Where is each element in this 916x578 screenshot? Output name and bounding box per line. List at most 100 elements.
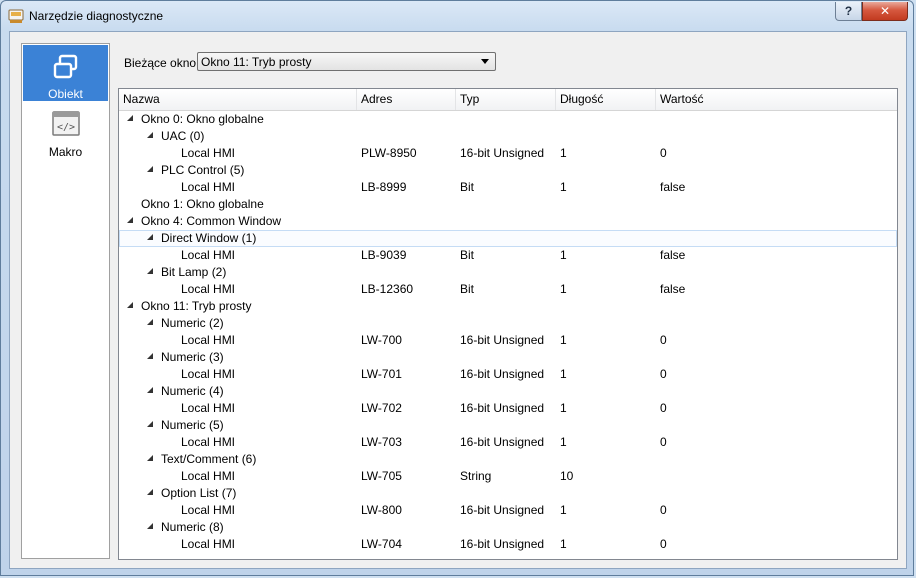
expand-arrow-icon[interactable]: [147, 268, 153, 274]
title-bar[interactable]: Narzędzie diagnostyczne ? ✕: [1, 1, 913, 31]
app-icon: [8, 9, 24, 23]
tree-row[interactable]: Numeric (2): [119, 315, 897, 332]
row-name: Local HMI: [181, 537, 236, 551]
tree-row[interactable]: Local HMI LW-704 16-bit Unsigned 1 0: [119, 536, 897, 553]
row-name: Local HMI: [181, 146, 236, 160]
row-address: LW-702: [361, 401, 402, 415]
tree-row[interactable]: Local HMI PLW-8950 16-bit Unsigned 1 0: [119, 145, 897, 162]
row-address: LW-800: [361, 503, 402, 517]
current-window-label: Bieżące okno:: [124, 56, 200, 70]
tree-row[interactable]: Okno 4: Common Window: [119, 213, 897, 230]
diagnostic-tree[interactable]: Nazwa Adres Typ Długość Wartość Okno 0: …: [118, 88, 898, 560]
tree-row[interactable]: Local HMI LW-703 16-bit Unsigned 1 0: [119, 434, 897, 451]
expand-arrow-icon[interactable]: [147, 523, 153, 529]
row-value: 0: [660, 537, 667, 551]
tree-row[interactable]: Local HMI LW-800 16-bit Unsigned 1 0: [119, 502, 897, 519]
expand-arrow-icon[interactable]: [147, 319, 153, 325]
expand-arrow-icon[interactable]: [127, 302, 133, 308]
column-header-length[interactable]: Długość: [556, 89, 656, 110]
row-name: Okno 4: Common Window: [141, 214, 282, 228]
tree-row[interactable]: Local HMI LW-702 16-bit Unsigned 1 0: [119, 400, 897, 417]
tree-row[interactable]: Local HMI LB-8999 Bit 1 false: [119, 179, 897, 196]
diagnostic-tool-window: Narzędzie diagnostyczne ? ✕ Obiekt </> M…: [0, 0, 914, 576]
row-length: 1: [560, 180, 567, 194]
expand-arrow-icon[interactable]: [147, 166, 153, 172]
row-name: Okno 11: Tryb prosty: [141, 299, 252, 313]
sidebar-item-macro[interactable]: </> Makro: [23, 106, 108, 162]
row-length: 1: [560, 146, 567, 160]
row-address: LB-12360: [361, 282, 414, 296]
tree-row[interactable]: Numeric (8): [119, 519, 897, 536]
row-name: UAC (0): [161, 129, 205, 143]
row-value: 0: [660, 333, 667, 347]
tree-row[interactable]: Okno 0: Okno globalne: [119, 111, 897, 128]
tree-row[interactable]: Local HMI LW-700 16-bit Unsigned 1 0: [119, 332, 897, 349]
row-address: LB-8999: [361, 180, 407, 194]
expand-arrow-icon[interactable]: [147, 489, 153, 495]
expand-arrow-icon[interactable]: [147, 387, 153, 393]
row-name: Local HMI: [181, 180, 236, 194]
current-window-value: Okno 11: Tryb prosty: [201, 55, 312, 69]
tree-row[interactable]: Okno 11: Tryb prosty: [119, 298, 897, 315]
row-name: Option List (7): [161, 486, 237, 500]
row-value: 0: [660, 367, 667, 381]
row-length: 1: [560, 503, 567, 517]
row-name: Bit Lamp (2): [161, 265, 227, 279]
row-length: 1: [560, 367, 567, 381]
expand-arrow-icon[interactable]: [127, 115, 133, 121]
row-type: 16-bit Unsigned: [460, 401, 545, 415]
row-name: Local HMI: [181, 503, 236, 517]
row-name: Numeric (8): [161, 520, 224, 534]
sidebar-item-label: Obiekt: [48, 87, 83, 101]
row-type: 16-bit Unsigned: [460, 537, 545, 551]
row-name: Numeric (4): [161, 384, 224, 398]
row-name: Local HMI: [181, 435, 236, 449]
row-length: 1: [560, 435, 567, 449]
tree-row[interactable]: Bit Lamp (2): [119, 264, 897, 281]
expand-arrow-icon[interactable]: [147, 421, 153, 427]
row-address: LW-703: [361, 435, 402, 449]
tree-row[interactable]: Okno 1: Okno globalne: [119, 196, 897, 213]
row-type: 16-bit Unsigned: [460, 333, 545, 347]
expand-arrow-icon[interactable]: [147, 132, 153, 138]
tree-row[interactable]: PLC Control (5): [119, 162, 897, 179]
tree-row[interactable]: Numeric (4): [119, 383, 897, 400]
column-header-name[interactable]: Nazwa: [119, 89, 357, 110]
row-name: Numeric (5): [161, 418, 224, 432]
tree-row[interactable]: Numeric (3): [119, 349, 897, 366]
expand-arrow-icon[interactable]: [127, 217, 133, 223]
chevron-down-icon: [481, 59, 489, 64]
expand-arrow-icon[interactable]: [147, 455, 153, 461]
tree-row[interactable]: Local HMI LW-705 String 10: [119, 468, 897, 485]
row-address: LB-9039: [361, 248, 407, 262]
row-address: LW-700: [361, 333, 402, 347]
sidebar-item-object[interactable]: Obiekt: [23, 45, 108, 101]
tree-row[interactable]: Local HMI LB-9039 Bit 1 false: [119, 247, 897, 264]
tree-row[interactable]: UAC (0): [119, 128, 897, 145]
tree-row[interactable]: Text/Comment (6): [119, 451, 897, 468]
column-header-address[interactable]: Adres: [357, 89, 456, 110]
row-length: 10: [560, 469, 574, 483]
row-type: Bit: [460, 180, 475, 194]
row-address: PLW-8950: [361, 146, 417, 160]
tree-rows: Okno 0: Okno globalne UAC (0) Local HMI PLW…: [119, 111, 897, 553]
row-value: 0: [660, 503, 667, 517]
row-name: Local HMI: [181, 367, 236, 381]
column-header-value[interactable]: Wartość: [656, 89, 897, 110]
category-sidebar: Obiekt </> Makro: [21, 43, 110, 559]
tree-row[interactable]: Direct Window (1): [119, 230, 897, 247]
tree-row[interactable]: Numeric (5): [119, 417, 897, 434]
row-type: String: [460, 469, 492, 483]
tree-row[interactable]: Local HMI LW-701 16-bit Unsigned 1 0: [119, 366, 897, 383]
current-window-dropdown[interactable]: Okno 11: Tryb prosty: [197, 52, 496, 71]
row-type: Bit: [460, 282, 475, 296]
column-header-type[interactable]: Typ: [456, 89, 556, 110]
close-button[interactable]: ✕: [862, 2, 908, 21]
expand-arrow-icon[interactable]: [147, 234, 153, 240]
tree-row[interactable]: Local HMI LB-12360 Bit 1 false: [119, 281, 897, 298]
expand-arrow-icon[interactable]: [147, 353, 153, 359]
row-length: 1: [560, 537, 567, 551]
row-value: false: [660, 248, 686, 262]
tree-row[interactable]: Option List (7): [119, 485, 897, 502]
help-button[interactable]: ?: [835, 2, 862, 21]
